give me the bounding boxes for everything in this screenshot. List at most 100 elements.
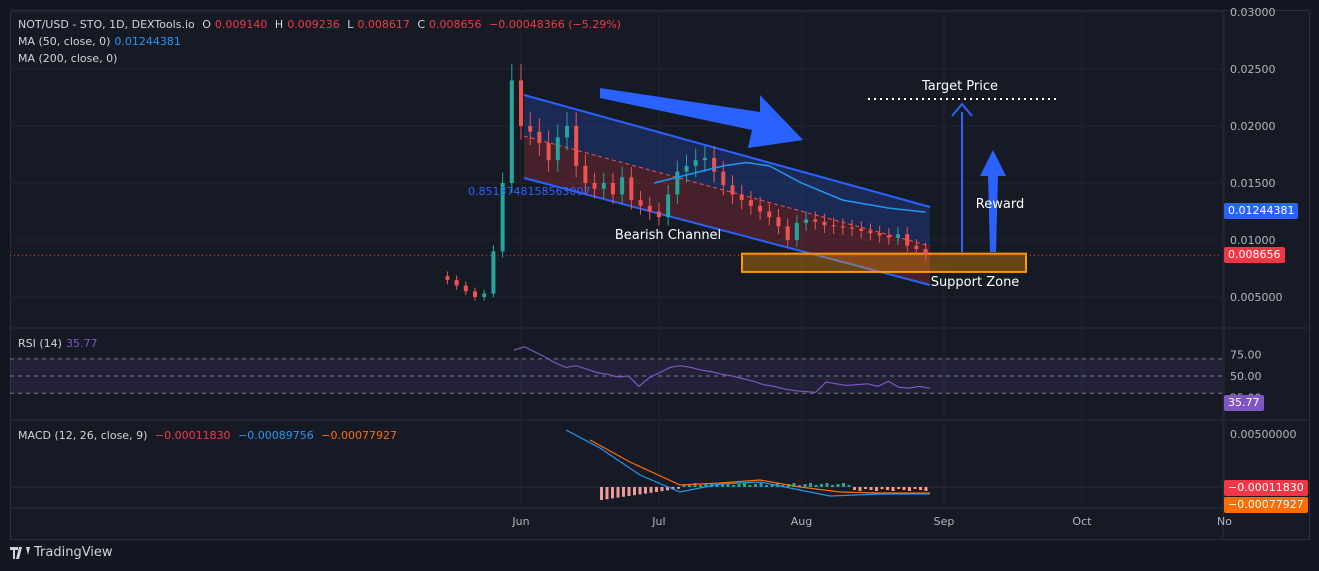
macd-histogram-bar xyxy=(880,487,884,489)
rsi-label: RSI (14) xyxy=(18,337,62,350)
macd-histogram-bar xyxy=(743,483,746,487)
low-label: L xyxy=(347,18,354,31)
price-axis-label: 0.03000 xyxy=(1230,6,1276,19)
price-axis-label: 0.02500 xyxy=(1230,63,1276,76)
candle-body xyxy=(758,205,763,212)
candle-body xyxy=(721,171,726,186)
candle-body xyxy=(519,80,523,126)
macd-histogram-bar xyxy=(644,487,647,494)
tradingview-icon xyxy=(10,546,30,559)
candle-body xyxy=(923,249,928,256)
macd-histogram-bar xyxy=(732,485,735,487)
candle-body xyxy=(767,211,772,218)
macd-histogram-bar xyxy=(759,483,763,487)
macd-histogram-bar xyxy=(831,485,834,487)
time-axis-label: Oct xyxy=(1072,515,1092,528)
macd-histogram-bar xyxy=(913,487,917,489)
rsi-legend[interactable]: RSI (14) 35.77 xyxy=(18,337,101,351)
macd-histogram-bar xyxy=(611,487,614,499)
macd-hist-value: −0.00011830 xyxy=(154,429,231,442)
macd-histogram-bar xyxy=(891,487,895,491)
low-value: 0.008617 xyxy=(357,18,410,31)
macd-histogram-bar xyxy=(605,487,609,500)
macd-histogram-bar xyxy=(820,484,823,487)
change-value: −0.00048366 (−5.29%) xyxy=(489,18,621,31)
candle-body xyxy=(647,205,652,212)
macd-hist-tag: −0.00011830 xyxy=(1224,480,1308,496)
candle-body xyxy=(739,194,744,201)
ma200-legend[interactable]: MA (200, close, 0) xyxy=(18,52,121,66)
candle-body xyxy=(905,234,910,246)
macd-histogram-bar xyxy=(633,487,636,496)
macd-histogram-bar xyxy=(919,487,922,490)
last-price-tag: 0.008656 xyxy=(1224,247,1285,263)
candle-body xyxy=(491,251,496,294)
macd-label: MACD (12, 26, close, 9) xyxy=(18,429,148,442)
candle-body xyxy=(877,233,882,236)
high-value: 0.009236 xyxy=(287,18,340,31)
candle-body xyxy=(693,160,698,166)
candle-body xyxy=(840,226,845,228)
macd-histogram-bar xyxy=(660,487,664,492)
macd-histogram-bar xyxy=(864,487,867,489)
macd-histogram-bar xyxy=(803,484,807,487)
candle-body xyxy=(748,200,753,206)
macd-histogram-bar xyxy=(836,484,840,487)
support-zone-box xyxy=(741,252,1027,273)
macd-histogram-bar xyxy=(622,487,625,497)
candle-body xyxy=(537,131,542,144)
candle-body xyxy=(675,171,680,195)
candle-body xyxy=(574,126,579,166)
ohlc-legend: NOT/USD - STO, 1D, DEXTools.io O 0.009140… xyxy=(18,18,625,32)
macd-histogram-bar xyxy=(902,487,906,490)
target-price-label: Target Price xyxy=(921,79,998,94)
chart-canvas[interactable]: 0.03000 0.02500 0.02000 0.01500 0.01000 0.005… xyxy=(0,0,1319,571)
candle-body xyxy=(546,143,551,161)
candle-body xyxy=(482,293,487,297)
candle-body xyxy=(666,194,671,218)
candle-body xyxy=(776,217,781,227)
symbol-label: NOT/USD - STO, 1D, DEXTools.io xyxy=(18,18,195,31)
high-label: H xyxy=(274,18,284,31)
candle-body xyxy=(656,211,661,218)
rsi-value: 35.77 xyxy=(65,337,98,350)
candle-body xyxy=(896,234,901,238)
price-axis-label: 0.01500 xyxy=(1230,177,1276,190)
macd-histogram-bar xyxy=(814,485,818,487)
macd-legend[interactable]: MACD (12, 26, close, 9) −0.00011830 −0.0… xyxy=(18,429,401,443)
ma50-legend[interactable]: MA (50, close, 0) 0.01244381 xyxy=(18,35,185,49)
macd-histogram-bar xyxy=(886,487,889,490)
candle-body xyxy=(886,235,891,238)
candle-body xyxy=(629,177,634,201)
candle-body xyxy=(454,279,459,286)
macd-histogram-bar xyxy=(616,487,620,498)
candle-body xyxy=(712,157,717,172)
macd-histogram-bar xyxy=(765,485,768,487)
rsi-axis-label: 50.00 xyxy=(1230,370,1262,383)
candle-body xyxy=(831,225,836,227)
candle-body xyxy=(463,285,468,292)
candle-body xyxy=(684,165,689,172)
candle-body xyxy=(868,230,873,234)
close-value: 0.008656 xyxy=(429,18,482,31)
ma50-value: 0.01244381 xyxy=(114,35,181,48)
macd-histogram-bar xyxy=(677,487,680,489)
price-axis-label: 0.01000 xyxy=(1230,234,1276,247)
candle-body xyxy=(445,276,450,280)
macd-histogram-bar xyxy=(869,487,873,490)
macd-signal-value: −0.00077927 xyxy=(321,429,397,442)
candle-body xyxy=(610,183,615,195)
candle-body xyxy=(473,291,478,297)
macd-histogram-bar xyxy=(600,487,603,500)
candle-body xyxy=(804,219,809,223)
reward-label: Reward xyxy=(976,197,1024,212)
candle-body xyxy=(850,227,855,229)
support-zone-label: Support Zone xyxy=(931,275,1020,290)
bearish-channel-label: Bearish Channel xyxy=(615,228,721,243)
macd-histogram-bar xyxy=(748,485,752,487)
macd-histogram-bar xyxy=(627,487,631,496)
brand-label: TradingView xyxy=(34,545,113,560)
open-value: 0.009140 xyxy=(214,18,268,31)
tradingview-logo[interactable]: TradingView xyxy=(10,545,113,560)
candle-body xyxy=(564,126,569,138)
